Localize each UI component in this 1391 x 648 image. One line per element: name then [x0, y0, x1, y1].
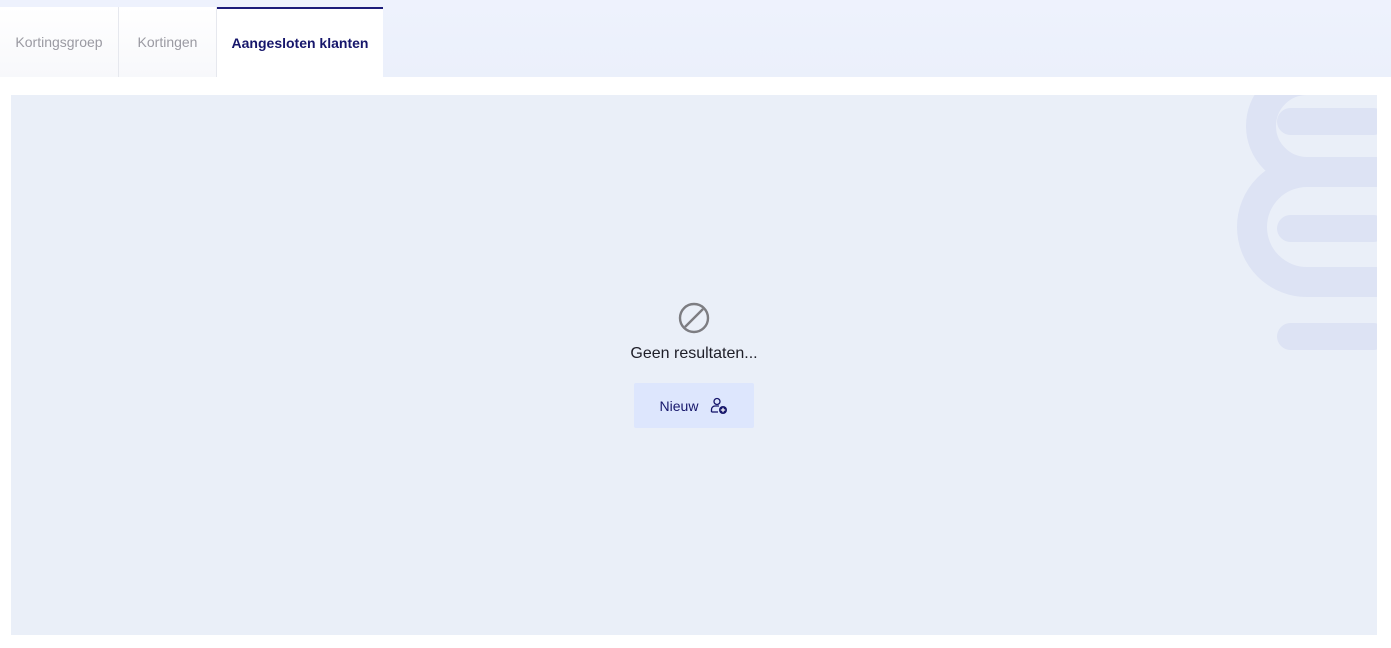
tab-kortingen[interactable]: Kortingen	[119, 7, 217, 77]
tab-bar: Kortingsgroep Kortingen Aangesloten klan…	[0, 0, 1391, 77]
tab-label: Aangesloten klanten	[231, 35, 369, 51]
empty-message: Geen resultaten...	[630, 345, 758, 362]
new-button-label: Nieuw	[659, 397, 699, 414]
tab-label: Kortingsgroep	[15, 34, 103, 50]
empty-state: Geen resultaten... Nieuw	[11, 301, 1377, 428]
tab-kortingsgroep[interactable]: Kortingsgroep	[0, 7, 119, 77]
new-button[interactable]: Nieuw	[634, 383, 754, 428]
ban-icon	[678, 302, 710, 334]
user-add-icon	[711, 397, 728, 414]
tab-label: Kortingen	[137, 34, 198, 50]
tab-aangesloten-klanten[interactable]: Aangesloten klanten	[217, 7, 383, 77]
content-panel: Geen resultaten... Nieuw	[11, 95, 1377, 635]
